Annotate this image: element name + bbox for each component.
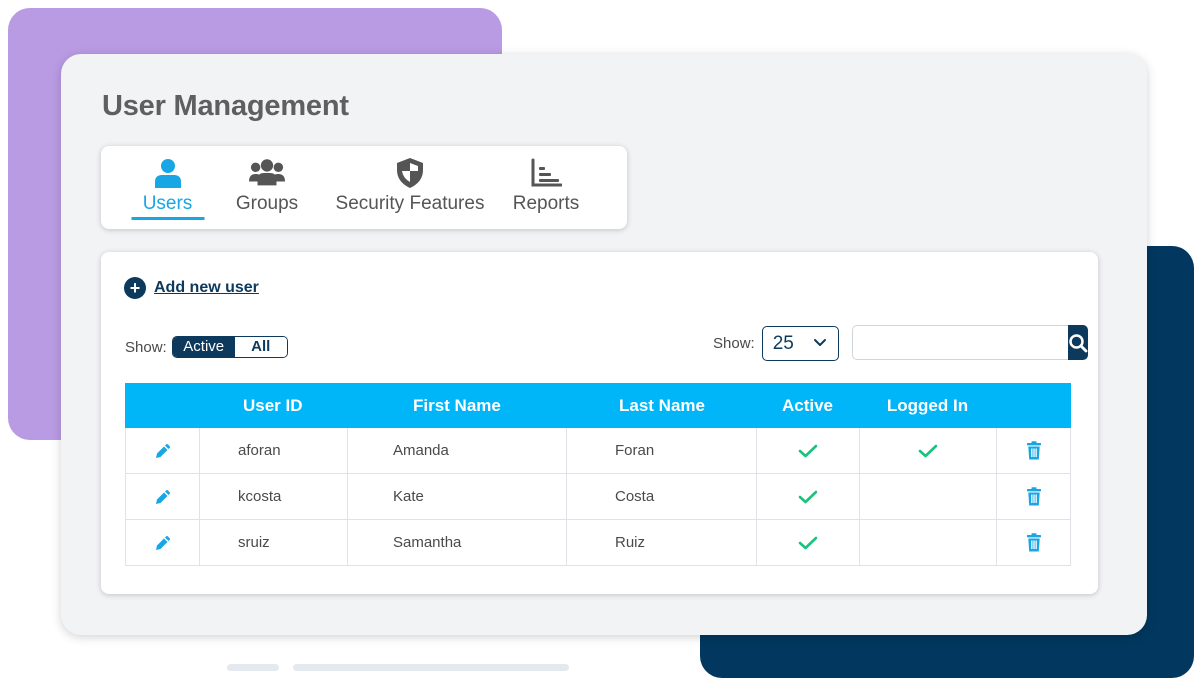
check-icon xyxy=(798,489,818,505)
users-panel: + Add new user Show: Active All Show: 25 xyxy=(101,252,1098,594)
active-all-toggle: Active All xyxy=(171,336,288,358)
chevron-down-icon xyxy=(813,335,827,356)
app-window: User Management Users Groups Security Fe… xyxy=(61,54,1147,635)
search-input[interactable] xyxy=(852,325,1068,360)
tab-label: Reports xyxy=(512,193,580,214)
delete-cell xyxy=(997,474,1071,519)
page-size-value: 25 xyxy=(772,332,794,354)
edit-cell xyxy=(126,474,200,519)
column-header-delete xyxy=(996,383,1070,428)
search-button[interactable] xyxy=(1068,325,1088,360)
table-row: kcosta Kate Costa xyxy=(125,474,1071,520)
edit-cell xyxy=(126,428,200,473)
page-size-label: Show: xyxy=(713,335,755,352)
shield-icon xyxy=(392,156,428,190)
pencil-icon[interactable] xyxy=(154,442,172,460)
filter-all-option[interactable]: All xyxy=(234,337,287,357)
trash-icon[interactable] xyxy=(1026,533,1042,552)
search-box xyxy=(852,325,1088,360)
tab-groups[interactable]: Groups xyxy=(233,146,301,229)
pencil-icon[interactable] xyxy=(154,488,172,506)
last-name-cell: Ruiz xyxy=(567,520,757,565)
logged-in-cell xyxy=(860,520,997,565)
last-name-cell: Costa xyxy=(567,474,757,519)
add-new-user-label: Add new user xyxy=(154,279,259,296)
check-icon xyxy=(918,443,938,459)
active-cell xyxy=(757,474,860,519)
tab-label: Users xyxy=(142,193,193,214)
filter-active-option[interactable]: Active xyxy=(172,337,235,357)
tab-label: Groups xyxy=(235,193,299,214)
pencil-icon[interactable] xyxy=(154,534,172,552)
tab-label: Security Features xyxy=(335,193,485,214)
tab-users[interactable]: Users xyxy=(131,146,204,229)
logged-in-cell xyxy=(860,474,997,519)
delete-cell xyxy=(997,428,1071,473)
column-header-first-name: First Name xyxy=(413,396,501,415)
tab-reports[interactable]: Reports xyxy=(511,146,581,229)
page-size-control: Show: 25 xyxy=(713,326,839,361)
plus-icon: + xyxy=(124,277,146,299)
user-id-cell: sruiz xyxy=(200,520,348,565)
column-header-last-name: Last Name xyxy=(619,396,705,415)
user-id-cell: kcosta xyxy=(200,474,348,519)
users-table: User ID First Name Last Name Active Logg… xyxy=(125,383,1071,566)
check-icon xyxy=(798,443,818,459)
first-name-cell: Samantha xyxy=(348,520,567,565)
page-title: User Management xyxy=(102,90,349,122)
trash-icon[interactable] xyxy=(1026,487,1042,506)
tab-bar: Users Groups Security Features Reports xyxy=(101,146,627,229)
add-new-user-button[interactable]: + Add new user xyxy=(124,277,259,299)
status-filter: Show: Active All xyxy=(125,336,288,358)
chart-icon xyxy=(528,156,564,190)
column-header-edit xyxy=(125,383,199,428)
first-name-cell: Kate xyxy=(348,474,567,519)
logged-in-cell xyxy=(860,428,997,473)
tab-security-features[interactable]: Security Features xyxy=(334,146,486,229)
column-header-user-id: User ID xyxy=(243,396,303,415)
active-cell xyxy=(757,428,860,473)
user-icon xyxy=(150,156,186,190)
last-name-cell: Foran xyxy=(567,428,757,473)
show-label: Show: xyxy=(125,338,167,356)
group-icon xyxy=(249,156,285,190)
column-header-logged-in: Logged In xyxy=(886,396,969,415)
table-row: sruiz Samantha Ruiz xyxy=(125,520,1071,566)
decorative-bar xyxy=(227,664,279,671)
edit-cell xyxy=(126,520,200,565)
table-header: User ID First Name Last Name Active Logg… xyxy=(125,383,1071,428)
first-name-cell: Amanda xyxy=(348,428,567,473)
check-icon xyxy=(798,535,818,551)
user-id-cell: aforan xyxy=(200,428,348,473)
active-cell xyxy=(757,520,860,565)
search-icon xyxy=(1068,333,1088,353)
active-tab-indicator xyxy=(131,217,204,220)
column-header-active: Active xyxy=(781,396,834,415)
delete-cell xyxy=(997,520,1071,565)
decorative-bar xyxy=(293,664,569,671)
page-size-select[interactable]: 25 xyxy=(761,326,839,361)
table-row: aforan Amanda Foran xyxy=(125,428,1071,474)
trash-icon[interactable] xyxy=(1026,441,1042,460)
